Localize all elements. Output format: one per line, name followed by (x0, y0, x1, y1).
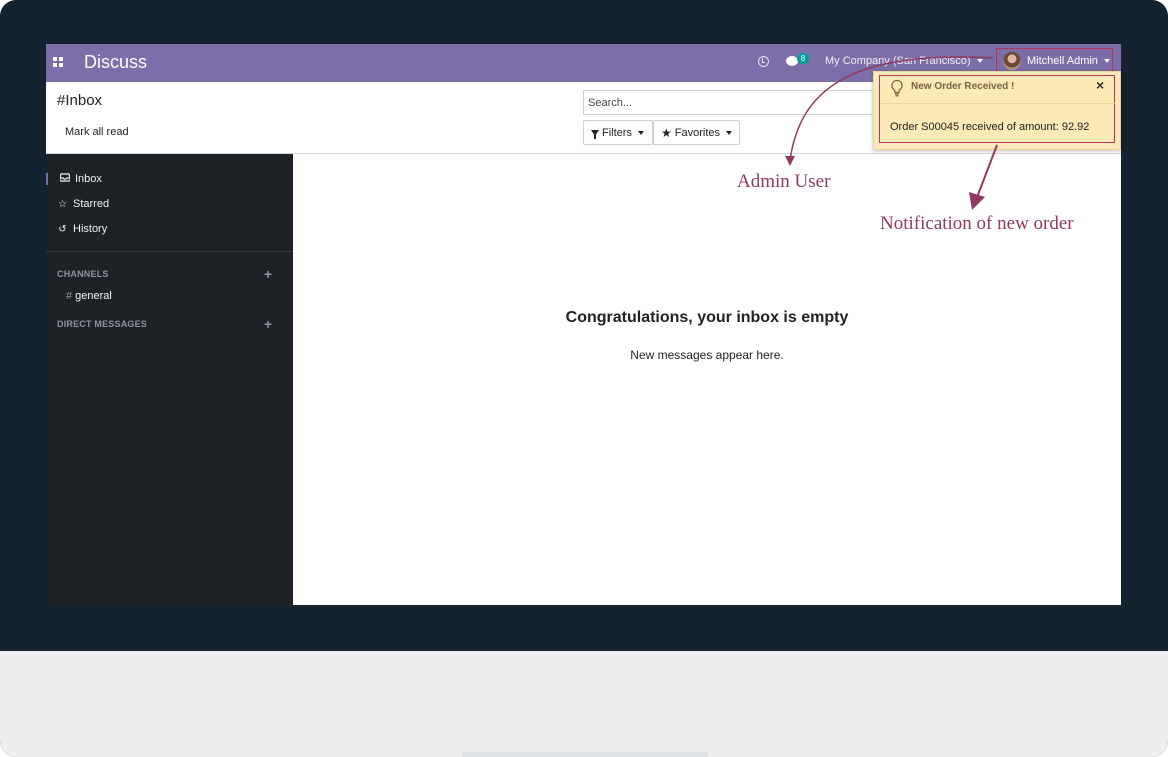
add-direct-message-plus-icon[interactable]: + (264, 317, 272, 331)
notification-body: Order S00045 received of amount: 92.92 (890, 121, 1090, 133)
filters-label: Filters (602, 126, 632, 139)
chevron-down-icon (1103, 59, 1110, 64)
star-icon: ★ (661, 125, 672, 140)
avatar (1003, 52, 1021, 70)
app-title: Discuss (84, 52, 148, 72)
empty-inbox-title: Congratulations, your inbox is empty (565, 309, 849, 326)
company-switcher[interactable]: My Company (San Francisco) (825, 55, 983, 67)
empty-inbox-subtitle: New messages appear here. (630, 348, 784, 362)
admin-user-annotation: Admin User (737, 171, 831, 192)
favorites-label: Favorites (674, 126, 721, 139)
filter-icon (591, 129, 599, 139)
direct-messages-header: DIRECT MESSAGES (57, 319, 148, 329)
discuss-sidebar: Inbox ☆ Starred ↺ History CHANNELS + # ge… (46, 154, 293, 605)
hash-icon: # (66, 290, 73, 302)
sidebar-item-label: History (73, 223, 108, 235)
chat-counter-badge: 8 (797, 53, 809, 64)
user-name: Mitchell Admin (1027, 55, 1098, 67)
star-icon: ☆ (58, 198, 67, 210)
sidebar-item-starred[interactable]: ☆ Starred (57, 198, 109, 210)
chevron-down-icon (726, 130, 733, 135)
history-icon: ↺ (58, 223, 67, 235)
lightbulb-icon (891, 79, 903, 97)
apps-grid-icon[interactable] (53, 57, 63, 67)
activity-clock-icon[interactable] (758, 56, 769, 67)
company-name: My Company (San Francisco) (825, 55, 971, 67)
monitor-stand (462, 752, 708, 757)
new-order-annotation: Notification of new order (880, 213, 1074, 234)
new-order-notification: New Order Received ! × Order S00045 rece… (873, 71, 1121, 150)
channels-header: CHANNELS (57, 269, 109, 279)
sidebar-divider (46, 251, 293, 252)
mark-all-read-button[interactable]: Mark all read (65, 126, 129, 138)
channel-label: general (75, 290, 112, 302)
chevron-down-icon (976, 59, 983, 64)
filters-button[interactable]: Filters (583, 120, 653, 145)
monitor-chin (0, 651, 1168, 757)
close-icon[interactable]: × (1096, 77, 1104, 93)
notification-title: New Order Received ! (911, 81, 1015, 92)
sidebar-item-label: Starred (73, 198, 110, 210)
sidebar-channel-general[interactable]: # general (66, 290, 112, 302)
search-input[interactable] (583, 90, 883, 115)
notification-divider (880, 103, 1116, 104)
sidebar-item-label: Inbox (75, 173, 102, 185)
inbox-icon (58, 173, 71, 185)
sidebar-item-history[interactable]: ↺ History (57, 223, 107, 235)
breadcrumb: #Inbox (57, 92, 103, 109)
favorites-button[interactable]: ★ Favorites (653, 120, 740, 145)
chevron-down-icon (637, 130, 644, 135)
sidebar-item-inbox[interactable]: Inbox (46, 173, 102, 185)
add-channel-plus-icon[interactable]: + (264, 267, 272, 281)
user-menu-label: Mitchell Admin (1027, 55, 1110, 67)
